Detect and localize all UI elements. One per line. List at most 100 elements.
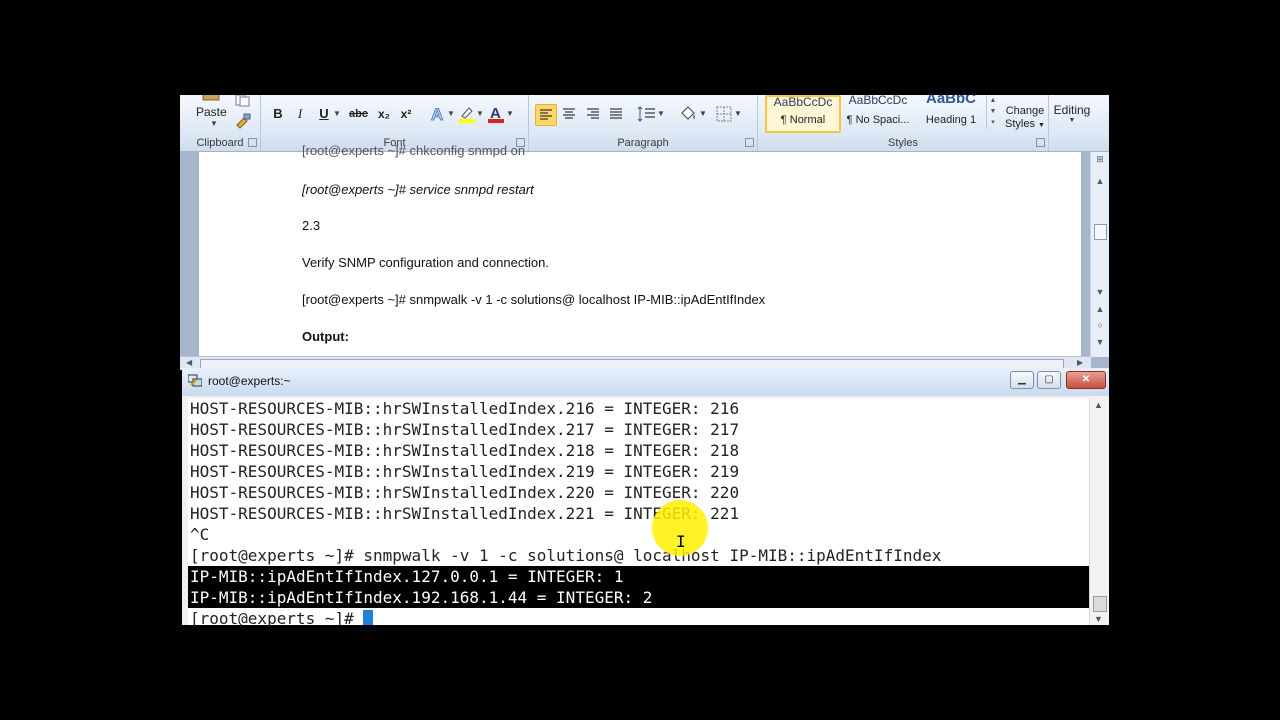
ruler-toggle-icon[interactable]: ⊞ (1094, 154, 1106, 165)
paste-button[interactable]: Paste ▼ (188, 95, 232, 135)
chevron-down-icon: ▼ (210, 119, 218, 128)
terminal-line: HOST-RESOURCES-MIB::hrSWInstalledIndex.2… (190, 399, 740, 418)
chevron-down-icon[interactable]: ▼ (506, 105, 514, 123)
browse-object-icon[interactable]: ○ (1094, 320, 1106, 330)
styles-dialog-launcher[interactable] (1036, 138, 1045, 147)
next-page-icon[interactable]: ▼ (1094, 337, 1106, 347)
style-name: Heading 1 (925, 114, 977, 126)
chevron-down-icon[interactable]: ▼ (476, 105, 484, 123)
highlight-color-icon[interactable] (458, 105, 476, 123)
style-no-spacing[interactable]: AaBbCcDc ¶ No Spaci... (842, 95, 914, 129)
document-line-cut: [root@experts ~]# chkconfig snmpd on (302, 143, 526, 158)
clipboard-dialog-launcher[interactable] (248, 138, 257, 147)
paste-label: Paste (196, 105, 227, 119)
format-painter-icon[interactable] (234, 113, 252, 129)
terminal-output[interactable]: HOST-RESOURCES-MIB::hrSWInstalledIndex.2… (188, 398, 1090, 625)
putty-title-bar[interactable]: root@experts:~ ▁ ▢ ✕ (182, 368, 1109, 396)
chevron-down-icon[interactable]: ▼ (657, 105, 665, 123)
terminal-line: HOST-RESOURCES-MIB::hrSWInstalledIndex.2… (190, 441, 740, 460)
styles-group: AaBbCcDc ¶ Normal AaBbCcDc ¶ No Spaci...… (758, 95, 1049, 151)
document-scroll-thumb[interactable] (1094, 224, 1107, 240)
close-button[interactable]: ✕ (1066, 371, 1106, 389)
styles-gallery-scroll[interactable]: ▲ ▼ ▾ (986, 95, 999, 129)
editing-label: Editing (1053, 103, 1091, 117)
scroll-left-icon[interactable]: ◀ (186, 358, 192, 367)
document-line: Output: (302, 329, 349, 344)
terminal-line: ^C (190, 525, 210, 544)
document-page[interactable]: [root@experts ~]# chkconfig snmpd on [ro… (199, 143, 1081, 357)
terminal-prompt-line: [root@experts ~]# (190, 608, 374, 625)
copy-icon[interactable] (234, 95, 250, 107)
paragraph-dialog-launcher[interactable] (745, 138, 754, 147)
scroll-up-icon[interactable]: ▲ (1094, 176, 1106, 186)
minimize-icon: ▁ (1018, 374, 1026, 385)
scroll-right-icon[interactable]: ▶ (1077, 358, 1083, 367)
putty-window: root@experts:~ ▁ ▢ ✕ HOST-RESOURCES-MIB:… (182, 368, 1109, 625)
align-right-button[interactable] (584, 105, 602, 123)
scroll-down-icon[interactable]: ▼ (1094, 287, 1106, 297)
terminal-line: HOST-RESOURCES-MIB::hrSWInstalledIndex.2… (190, 420, 740, 439)
scroll-down-icon[interactable]: ▼ (1094, 614, 1103, 624)
terminal-scroll-thumb[interactable] (1093, 596, 1107, 612)
font-color-icon[interactable]: A (487, 105, 505, 123)
putty-title: root@experts:~ (208, 374, 291, 388)
terminal-cursor (363, 610, 374, 625)
minimize-button[interactable]: ▁ (1010, 371, 1034, 389)
document-line: 2.3 (302, 218, 321, 233)
align-center-button[interactable] (560, 105, 578, 123)
styles-group-label: Styles (888, 137, 918, 149)
justify-button[interactable] (607, 105, 625, 123)
chevron-down-icon[interactable]: ▼ (447, 105, 455, 123)
paragraph-group-label: Paragraph (617, 137, 669, 149)
clipboard-group: Paste ▼ Clipboard (180, 95, 261, 151)
terminal-selected-line: IP-MIB::ipAdEntIfIndex.127.0.0.1 = INTEG… (188, 566, 1090, 587)
terminal-line: HOST-RESOURCES-MIB::hrSWInstalledIndex.2… (190, 462, 740, 481)
superscript-button[interactable]: x² (399, 105, 413, 123)
previous-page-icon[interactable]: ▲ (1094, 304, 1106, 314)
change-styles-button[interactable]: Change Styles ▼ (1002, 105, 1048, 132)
paragraph-group: ▼ ▼ ▼ Paragraph (529, 95, 758, 151)
line-spacing-icon[interactable] (637, 105, 657, 123)
chevron-down-icon[interactable]: ▼ (333, 105, 341, 123)
change-styles-label-2: Styles ▼ (1005, 118, 1045, 130)
change-styles-label: Change (1005, 105, 1045, 117)
terminal-line: HOST-RESOURCES-MIB::hrSWInstalledIndex.2… (190, 504, 740, 523)
underline-button[interactable]: U (317, 105, 331, 123)
word-window: Paste ▼ Clipboard B I U ▼ abc x₂ x² A ▼ (180, 95, 1109, 370)
editing-button[interactable]: Editing ▼ (1049, 103, 1095, 124)
close-icon: ✕ (1081, 374, 1091, 385)
style-name: ¶ Normal (780, 114, 826, 126)
text-effects-icon[interactable]: A (429, 105, 447, 123)
strikethrough-button[interactable]: abc (349, 105, 368, 123)
document-line: [root@experts ~]# service snmpd restart (302, 182, 534, 197)
terminal-selected-line: IP-MIB::ipAdEntIfIndex.192.168.1.44 = IN… (188, 587, 1090, 608)
chevron-down-icon[interactable]: ▼ (734, 105, 742, 123)
svg-text:A: A (431, 105, 443, 123)
italic-button[interactable]: I (293, 105, 307, 123)
bold-button[interactable]: B (271, 105, 285, 123)
terminal-scrollbar[interactable]: ▲ ▼ (1089, 398, 1109, 625)
style-normal[interactable]: AaBbCcDc ¶ Normal (765, 95, 841, 133)
scroll-up-icon[interactable]: ▲ (1094, 400, 1103, 410)
style-preview: AaBbCcDc (848, 95, 908, 107)
terminal-command-line: [root@experts ~]# snmpwalk -v 1 -c solut… (190, 546, 942, 565)
putty-icon[interactable] (188, 374, 202, 387)
chevron-down-icon[interactable]: ▼ (699, 105, 707, 123)
chevron-down-icon: ▼ (1038, 122, 1045, 129)
borders-icon[interactable] (715, 105, 733, 123)
terminal-line: HOST-RESOURCES-MIB::hrSWInstalledIndex.2… (190, 483, 740, 502)
ibeam-cursor-icon: I (676, 532, 686, 551)
chevron-down-icon: ▼ (1068, 117, 1076, 124)
document-line: [root@experts ~]# snmpwalk -v 1 -c solut… (302, 292, 766, 307)
style-name: ¶ No Spaci... (846, 114, 910, 126)
document-vertical-scrollbar[interactable]: ⊞ ▲ ▼ ▲ ○ ▼ (1090, 152, 1109, 357)
document-line: Verify SNMP configuration and connection… (302, 255, 549, 270)
style-preview: AaBbCcDc (773, 97, 833, 109)
clipboard-paste-icon (202, 95, 220, 101)
maximize-button[interactable]: ▢ (1037, 371, 1061, 389)
shading-icon[interactable] (679, 105, 699, 123)
align-left-button[interactable] (535, 104, 557, 126)
style-heading-1[interactable]: AaBbC Heading 1 (915, 95, 987, 129)
document-area: [root@experts ~]# chkconfig snmpd on [ro… (180, 143, 1109, 370)
subscript-button[interactable]: x₂ (377, 105, 391, 123)
